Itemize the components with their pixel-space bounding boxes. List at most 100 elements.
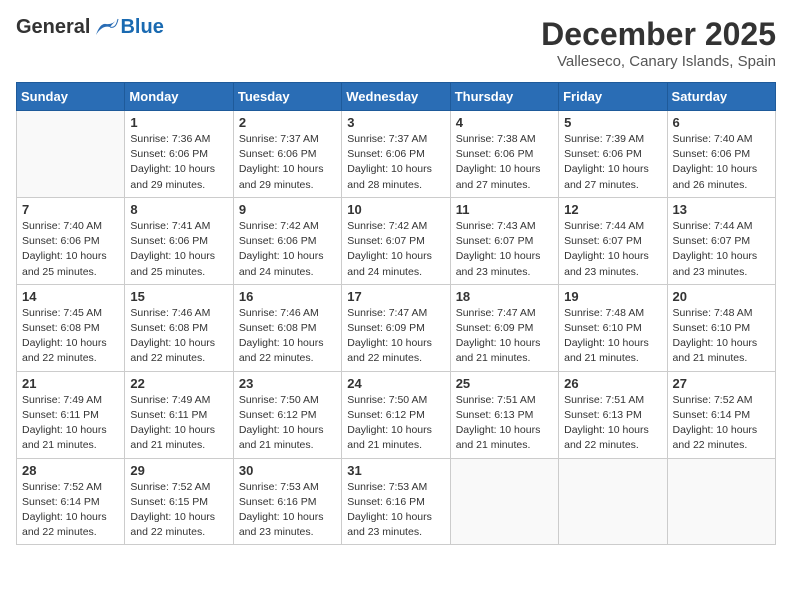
day-info: Sunrise: 7:52 AM Sunset: 6:15 PM Dayligh… [130,480,227,541]
calendar-cell: 23Sunrise: 7:50 AM Sunset: 6:12 PM Dayli… [233,371,341,458]
day-number: 27 [673,376,770,391]
day-info: Sunrise: 7:37 AM Sunset: 6:06 PM Dayligh… [239,132,336,193]
day-info: Sunrise: 7:51 AM Sunset: 6:13 PM Dayligh… [456,393,553,454]
day-info: Sunrise: 7:39 AM Sunset: 6:06 PM Dayligh… [564,132,661,193]
day-number: 2 [239,115,336,130]
day-number: 10 [347,202,444,217]
day-info: Sunrise: 7:38 AM Sunset: 6:06 PM Dayligh… [456,132,553,193]
calendar-cell: 28 Sunrise: 7:52 AM Sunset: 6:14 PM Dayli… [17,458,125,545]
day-info: Sunrise: 7:48 AM Sunset: 6:10 PM Dayligh… [673,306,770,367]
day-number: 9 [239,202,336,217]
day-number: 20 [673,289,770,304]
calendar-cell: 17Sunrise: 7:47 AM Sunset: 6:09 PM Dayli… [342,284,450,371]
weekday-header-tuesday: Tuesday [233,83,341,111]
day-info: Sunrise: 7:42 AM Sunset: 6:06 PM Dayligh… [239,219,336,280]
calendar-cell: 31 Sunrise: 7:53 AM Sunset: 6:16 PM Dayli… [342,458,450,545]
calendar-cell: 13Sunrise: 7:44 AM Sunset: 6:07 PM Dayli… [667,197,775,284]
week-row-3: 14Sunrise: 7:45 AM Sunset: 6:08 PM Dayli… [17,284,776,371]
day-info: Sunrise: 7:42 AM Sunset: 6:07 PM Dayligh… [347,219,444,280]
title-block: December 2025 Valleseco, Canary Islands,… [541,16,776,70]
calendar-cell: 27 Sunrise: 7:52 AM Sunset: 6:14 PM Dayli… [667,371,775,458]
calendar-cell: 1 Sunrise: 7:36 AM Sunset: 6:06 PM Daylig… [125,111,233,198]
calendar-cell [17,111,125,198]
day-info: Sunrise: 7:40 AM Sunset: 6:06 PM Dayligh… [22,219,119,280]
calendar-cell: 4 Sunrise: 7:38 AM Sunset: 6:06 PM Daylig… [450,111,558,198]
calendar-cell: 25 Sunrise: 7:51 AM Sunset: 6:13 PM Dayli… [450,371,558,458]
day-info: Sunrise: 7:50 AM Sunset: 6:12 PM Dayligh… [239,393,336,454]
day-number: 5 [564,115,661,130]
day-info: Sunrise: 7:43 AM Sunset: 6:07 PM Dayligh… [456,219,553,280]
calendar-cell: 30 Sunrise: 7:53 AM Sunset: 6:16 PM Dayli… [233,458,341,545]
calendar-cell: 29 Sunrise: 7:52 AM Sunset: 6:15 PM Dayli… [125,458,233,545]
logo: General Blue [16,16,164,39]
day-number: 25 [456,376,553,391]
day-number: 22 [130,376,227,391]
day-info: Sunrise: 7:53 AM Sunset: 6:16 PM Dayligh… [239,480,336,541]
week-row-2: 7 Sunrise: 7:40 AM Sunset: 6:06 PM Daylig… [17,197,776,284]
day-number: 26 [564,376,661,391]
day-info: Sunrise: 7:36 AM Sunset: 6:06 PM Dayligh… [130,132,227,193]
day-number: 8 [130,202,227,217]
calendar-cell: 12 Sunrise: 7:44 AM Sunset: 6:07 PM Dayli… [559,197,667,284]
day-info: Sunrise: 7:47 AM Sunset: 6:09 PM Dayligh… [456,306,553,367]
day-info: Sunrise: 7:44 AM Sunset: 6:07 PM Dayligh… [564,219,661,280]
calendar-cell [450,458,558,545]
day-info: Sunrise: 7:53 AM Sunset: 6:16 PM Dayligh… [347,480,444,541]
logo-general-text: General [16,16,90,39]
calendar-cell: 2 Sunrise: 7:37 AM Sunset: 6:06 PM Daylig… [233,111,341,198]
day-number: 21 [22,376,119,391]
day-number: 28 [22,463,119,478]
calendar-cell: 19 Sunrise: 7:48 AM Sunset: 6:10 PM Dayli… [559,284,667,371]
day-number: 4 [456,115,553,130]
day-number: 14 [22,289,119,304]
day-number: 7 [22,202,119,217]
day-number: 11 [456,202,553,217]
calendar-cell: 16 Sunrise: 7:46 AM Sunset: 6:08 PM Dayli… [233,284,341,371]
day-info: Sunrise: 7:44 AM Sunset: 6:07 PM Dayligh… [673,219,770,280]
location-subtitle: Valleseco, Canary Islands, Spain [541,53,776,70]
day-info: Sunrise: 7:52 AM Sunset: 6:14 PM Dayligh… [22,480,119,541]
calendar-cell: 15Sunrise: 7:46 AM Sunset: 6:08 PM Dayli… [125,284,233,371]
day-info: Sunrise: 7:46 AM Sunset: 6:08 PM Dayligh… [130,306,227,367]
day-number: 1 [130,115,227,130]
calendar-cell: 9 Sunrise: 7:42 AM Sunset: 6:06 PM Daylig… [233,197,341,284]
day-info: Sunrise: 7:46 AM Sunset: 6:08 PM Dayligh… [239,306,336,367]
weekday-header-monday: Monday [125,83,233,111]
day-number: 19 [564,289,661,304]
page-header: General Blue December 2025 Valleseco, Ca… [16,16,776,70]
calendar-cell: 18Sunrise: 7:47 AM Sunset: 6:09 PM Dayli… [450,284,558,371]
day-number: 31 [347,463,444,478]
logo-blue-text: Blue [120,16,163,39]
calendar-cell: 5 Sunrise: 7:39 AM Sunset: 6:06 PM Daylig… [559,111,667,198]
weekday-header-row: SundayMondayTuesdayWednesdayThursdayFrid… [17,83,776,111]
month-title: December 2025 [541,16,776,53]
day-info: Sunrise: 7:52 AM Sunset: 6:14 PM Dayligh… [673,393,770,454]
calendar-cell: 14Sunrise: 7:45 AM Sunset: 6:08 PM Dayli… [17,284,125,371]
weekday-header-friday: Friday [559,83,667,111]
day-info: Sunrise: 7:37 AM Sunset: 6:06 PM Dayligh… [347,132,444,193]
day-info: Sunrise: 7:51 AM Sunset: 6:13 PM Dayligh… [564,393,661,454]
day-number: 16 [239,289,336,304]
week-row-1: 1 Sunrise: 7:36 AM Sunset: 6:06 PM Daylig… [17,111,776,198]
day-number: 29 [130,463,227,478]
day-info: Sunrise: 7:48 AM Sunset: 6:10 PM Dayligh… [564,306,661,367]
day-number: 30 [239,463,336,478]
weekday-header-wednesday: Wednesday [342,83,450,111]
calendar-cell: 24Sunrise: 7:50 AM Sunset: 6:12 PM Dayli… [342,371,450,458]
day-number: 12 [564,202,661,217]
calendar-cell: 21 Sunrise: 7:49 AM Sunset: 6:11 PM Dayli… [17,371,125,458]
day-info: Sunrise: 7:49 AM Sunset: 6:11 PM Dayligh… [22,393,119,454]
day-number: 24 [347,376,444,391]
week-row-5: 28 Sunrise: 7:52 AM Sunset: 6:14 PM Dayli… [17,458,776,545]
calendar-cell: 6Sunrise: 7:40 AM Sunset: 6:06 PM Daylig… [667,111,775,198]
calendar-cell: 26 Sunrise: 7:51 AM Sunset: 6:13 PM Dayli… [559,371,667,458]
day-info: Sunrise: 7:49 AM Sunset: 6:11 PM Dayligh… [130,393,227,454]
day-number: 17 [347,289,444,304]
calendar-cell [559,458,667,545]
calendar-cell: 8Sunrise: 7:41 AM Sunset: 6:06 PM Daylig… [125,197,233,284]
day-number: 3 [347,115,444,130]
calendar-cell: 22 Sunrise: 7:49 AM Sunset: 6:11 PM Dayli… [125,371,233,458]
week-row-4: 21 Sunrise: 7:49 AM Sunset: 6:11 PM Dayli… [17,371,776,458]
weekday-header-thursday: Thursday [450,83,558,111]
calendar-cell: 10 Sunrise: 7:42 AM Sunset: 6:07 PM Dayli… [342,197,450,284]
